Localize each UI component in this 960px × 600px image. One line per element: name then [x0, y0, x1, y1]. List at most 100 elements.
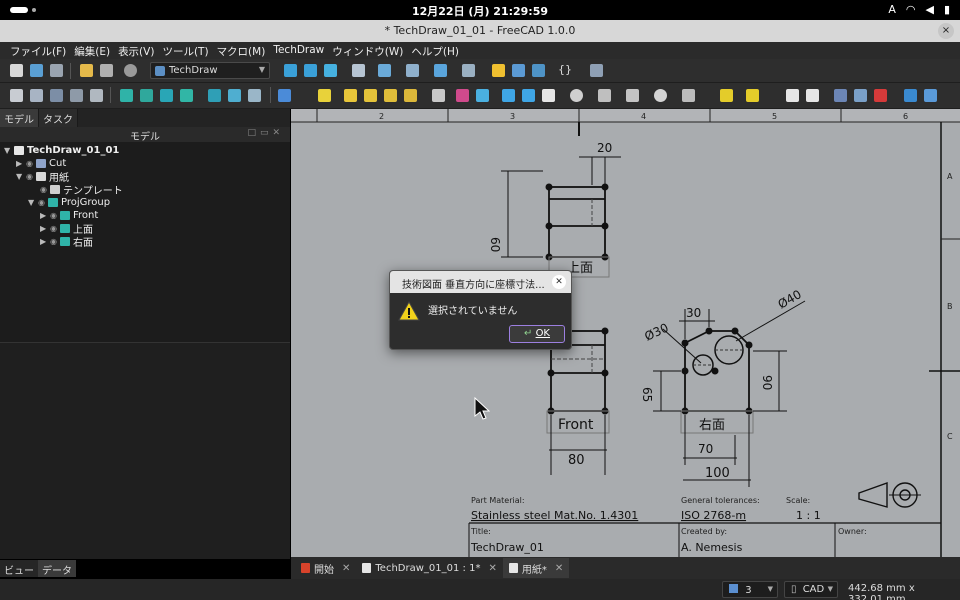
- tree-item-page[interactable]: ▼ ◉ 用紙: [16, 170, 69, 184]
- workbench-selector[interactable]: TechDraw ▼: [150, 62, 270, 79]
- tree-item-template[interactable]: ◉ テンプレート: [30, 183, 123, 197]
- std-views-icon[interactable]: [406, 64, 419, 77]
- eye-icon[interactable]: ◉: [40, 185, 50, 194]
- dimension-right-h2[interactable]: 90: [760, 375, 774, 390]
- new-page-icon[interactable]: [10, 89, 23, 102]
- draw-style-icon[interactable]: [378, 64, 391, 77]
- angle-dimension-icon[interactable]: [364, 89, 377, 102]
- chamfer-icon[interactable]: [626, 89, 639, 102]
- zoom-fit-icon[interactable]: [284, 64, 297, 77]
- toggle-frames-icon[interactable]: [834, 89, 847, 102]
- radius-dimension-icon[interactable]: [344, 89, 357, 102]
- export-icon[interactable]: [532, 64, 545, 77]
- save-icon[interactable]: [50, 64, 63, 77]
- scale-value[interactable]: 1 : 1: [796, 509, 821, 522]
- title-value[interactable]: TechDraw_01: [470, 541, 544, 554]
- leader-icon[interactable]: [456, 89, 469, 102]
- chevron-right-icon[interactable]: ▶: [40, 224, 50, 233]
- symbol-omega-icon[interactable]: [542, 89, 555, 102]
- dimension-top-height[interactable]: 60: [488, 237, 502, 252]
- tree-item-projgroup[interactable]: ▼ ◉ ProjGroup: [28, 196, 110, 209]
- panel-header-buttons[interactable]: □▭✕: [247, 128, 284, 138]
- zoom-box-icon[interactable]: [304, 64, 317, 77]
- system-tray[interactable]: A ◠ ◀ ▮: [888, 3, 950, 16]
- cascade-dimension-icon[interactable]: [598, 89, 611, 102]
- active-view-icon[interactable]: [140, 89, 153, 102]
- tab-3d-view[interactable]: TechDraw_01_01 : 1* ✕: [356, 558, 502, 578]
- new-file-icon[interactable]: [10, 64, 23, 77]
- midpoint-icon[interactable]: [522, 89, 535, 102]
- macro-code-icon[interactable]: {}: [558, 63, 572, 76]
- dimension-top-width[interactable]: 20: [597, 141, 612, 155]
- new-page-template-icon[interactable]: [30, 89, 43, 102]
- close-icon[interactable]: ✕: [488, 563, 496, 574]
- clip-group-icon[interactable]: [228, 89, 241, 102]
- tab-task[interactable]: タスク: [39, 109, 78, 127]
- ok-button[interactable]: ↵ OK: [509, 325, 565, 343]
- print-all-icon[interactable]: [70, 89, 83, 102]
- decimal-places-icon[interactable]: [746, 89, 759, 102]
- detail-view-icon[interactable]: [208, 89, 221, 102]
- print-icon[interactable]: [90, 89, 103, 102]
- chevron-right-icon[interactable]: ▶: [16, 159, 26, 168]
- dialog-close-button[interactable]: ✕: [552, 275, 566, 289]
- projection-group-icon[interactable]: [160, 89, 173, 102]
- menu-window[interactable]: ウィンドウ(W): [328, 42, 407, 59]
- menu-view[interactable]: 表示(V): [114, 42, 158, 59]
- line-attributes-icon[interactable]: [682, 89, 695, 102]
- close-icon[interactable]: ✕: [555, 563, 563, 574]
- created-value[interactable]: A. Nemesis: [681, 541, 743, 554]
- circle-centerline-icon[interactable]: [654, 89, 667, 102]
- navigation-style-selector[interactable]: ▯ CAD ▼: [784, 581, 838, 598]
- dimension-right-top[interactable]: 30: [686, 306, 701, 320]
- symbol-icon[interactable]: [248, 89, 261, 102]
- tab-data[interactable]: データ: [38, 560, 76, 577]
- chevron-right-icon[interactable]: ▶: [40, 211, 50, 220]
- unit-selector[interactable]: 3 ▼: [722, 581, 778, 598]
- menu-techdraw[interactable]: TechDraw: [269, 42, 328, 59]
- eye-icon[interactable]: ◉: [26, 159, 36, 168]
- text-icon[interactable]: [904, 89, 917, 102]
- zoom-icon[interactable]: [434, 64, 447, 77]
- insert-view-icon[interactable]: [120, 89, 133, 102]
- menu-tools[interactable]: ツール(T): [158, 42, 212, 59]
- export-svg-icon[interactable]: [786, 89, 799, 102]
- measure-icon[interactable]: [352, 64, 365, 77]
- refresh-icon[interactable]: [124, 64, 137, 77]
- section-view-icon[interactable]: [180, 89, 193, 102]
- redo-icon[interactable]: [100, 64, 113, 77]
- dimension-right-w2[interactable]: 100: [705, 466, 730, 481]
- spreadsheet-view-icon[interactable]: [854, 89, 867, 102]
- eye-icon[interactable]: ◉: [50, 224, 60, 233]
- tab-model[interactable]: モデル: [0, 109, 39, 127]
- undo-icon[interactable]: [80, 64, 93, 77]
- clock[interactable]: 12月22日 (月) 21:29:59: [0, 3, 960, 19]
- menu-help[interactable]: ヘルプ(H): [407, 42, 463, 59]
- tree-item-right[interactable]: ▶ ◉ 右面: [40, 235, 93, 249]
- open-file-icon[interactable]: [30, 64, 43, 77]
- folder-icon[interactable]: [512, 64, 525, 77]
- tab-view[interactable]: ビュー: [0, 560, 38, 577]
- part-material-value[interactable]: Stainless steel Mat.No. 1.4301: [471, 509, 638, 522]
- surface-finish-icon[interactable]: [720, 89, 733, 102]
- export-dxf-icon[interactable]: [806, 89, 819, 102]
- centerline-icon[interactable]: [476, 89, 489, 102]
- eye-icon[interactable]: ◉: [50, 237, 60, 246]
- eye-icon[interactable]: ◉: [26, 172, 36, 181]
- tab-page[interactable]: 用紙* ✕: [502, 558, 570, 578]
- window-close-button[interactable]: ×: [938, 23, 954, 39]
- chevron-down-icon[interactable]: ▼: [4, 146, 14, 155]
- length-dimension-icon[interactable]: [318, 89, 331, 102]
- redraw-page-icon[interactable]: [50, 89, 63, 102]
- chevron-right-icon[interactable]: ▶: [40, 237, 50, 246]
- whats-this-icon[interactable]: [590, 64, 603, 77]
- spline-icon[interactable]: [924, 89, 937, 102]
- view-cube-icon[interactable]: [324, 64, 337, 77]
- extent-dimension-icon[interactable]: [384, 89, 397, 102]
- eye-icon[interactable]: ◉: [38, 198, 48, 207]
- hide-icon[interactable]: [874, 89, 887, 102]
- tolerances-value[interactable]: ISO 2768-m: [681, 509, 746, 522]
- repair-dimension-icon[interactable]: [404, 89, 417, 102]
- chevron-down-icon[interactable]: ▼: [28, 198, 38, 207]
- dimension-front-width[interactable]: 80: [568, 453, 585, 468]
